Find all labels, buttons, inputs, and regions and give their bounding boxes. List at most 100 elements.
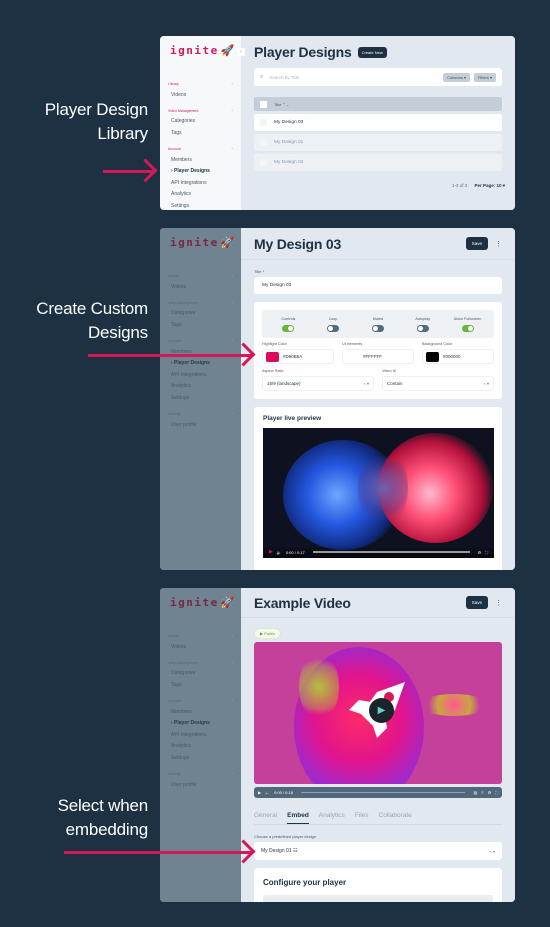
sidebar-group-library[interactable]: Library ⌃ xyxy=(168,632,234,641)
video-player[interactable]: ▶ xyxy=(254,642,502,784)
sidebar-item-analytics[interactable]: Analytics xyxy=(168,189,234,201)
volume-icon[interactable]: 🔈 xyxy=(265,790,270,795)
sidebar-group-video-management[interactable]: Video Management ⌃ xyxy=(168,107,234,116)
sidebar-item-categories[interactable]: Categories xyxy=(168,668,234,680)
aspect-ratio-select[interactable]: 16/9 (landscape) × ▾ xyxy=(262,376,374,391)
sidebar-item-tags[interactable]: Tags xyxy=(168,679,234,691)
sidebar-item-user-profile[interactable]: User profile xyxy=(168,779,234,791)
highlight-color-input[interactable]: #D90B5A xyxy=(262,349,334,364)
logo[interactable]: ignite 🚀 xyxy=(170,44,236,57)
row-title[interactable]: My Design 01 xyxy=(274,140,303,145)
table-row[interactable]: My Design 02 xyxy=(254,154,502,171)
search-input[interactable]: Search by Title xyxy=(269,75,299,80)
sidebar-group-video-management[interactable]: Video Management ⌃ xyxy=(168,299,234,308)
sidebar-item-player-designs[interactable]: › Player Designs xyxy=(168,717,234,729)
table-row[interactable]: My Design 03 xyxy=(254,114,502,131)
background-color-swatch[interactable] xyxy=(426,351,439,362)
toggle-switch[interactable] xyxy=(416,324,429,332)
sidebar-item-api-integrations[interactable]: API Integrations xyxy=(168,729,234,741)
fullscreen-icon[interactable]: ⛶ xyxy=(485,550,488,555)
tab-analytics[interactable]: Analytics xyxy=(319,812,345,819)
captions-icon[interactable]: ≡ xyxy=(481,790,483,795)
sidebar-item-members[interactable]: Members xyxy=(168,154,234,166)
logo[interactable]: ignite 🚀 xyxy=(170,596,236,609)
video-preview[interactable]: ▶ 🔈 0:00 / 0:17 ⚙ ⛶ xyxy=(263,428,494,558)
sidebar-item-player-designs[interactable]: › Player Designs xyxy=(168,357,234,369)
save-button[interactable]: Save xyxy=(465,596,488,609)
progress-bar[interactable] xyxy=(312,551,470,553)
settings-gear-icon[interactable]: ⚙ xyxy=(488,790,492,795)
toggle-muted[interactable]: Muted xyxy=(358,317,398,332)
sidebar-item-videos[interactable]: Videos xyxy=(168,89,234,101)
sidebar-group-settings[interactable]: Settings ⌃ xyxy=(168,770,234,779)
table-row[interactable]: My Design 01 xyxy=(254,134,502,151)
title-input[interactable]: My Design 03 xyxy=(254,277,502,294)
sidebar-item-api-integrations[interactable]: API Integrations xyxy=(168,177,234,189)
tab-embed[interactable]: Embed xyxy=(287,812,309,824)
column-title-header[interactable]: Title ⌃⌄ xyxy=(274,102,289,107)
background-color-input[interactable]: #000000 xyxy=(422,349,494,364)
play-icon[interactable]: ▶ xyxy=(269,549,273,555)
ui-elements-color-swatch[interactable] xyxy=(346,351,359,362)
select-all-checkbox[interactable] xyxy=(260,100,267,108)
sidebar-item-analytics[interactable]: Analytics xyxy=(168,741,234,753)
sidebar-group-video-management[interactable]: Video Management ⌃ xyxy=(168,659,234,668)
sidebar-item-videos[interactable]: Videos xyxy=(168,281,234,293)
sidebar-group-library[interactable]: Library ⌃ xyxy=(168,80,234,89)
search-bar[interactable]: ⌕ Search by Title Columns ▾ Filters ▾ xyxy=(254,68,502,86)
play-icon[interactable]: ▶ xyxy=(258,790,261,795)
sidebar-group-account[interactable]: Account ⌃ xyxy=(168,337,234,346)
logo[interactable]: ignite 🚀 xyxy=(170,236,236,249)
sidebar-item-settings[interactable]: Settings xyxy=(168,392,234,404)
save-button[interactable]: Save xyxy=(465,237,488,250)
toggle-autoplay[interactable]: Autoplay xyxy=(403,317,443,332)
row-checkbox[interactable] xyxy=(260,139,267,146)
row-title[interactable]: My Design 02 xyxy=(274,160,303,165)
create-new-button[interactable]: Create New xyxy=(357,46,387,58)
ui-elements-color-input[interactable]: #FFFFFF xyxy=(342,349,414,364)
sidebar-group-account[interactable]: Account ⌃ xyxy=(168,697,234,706)
sidebar-item-tags[interactable]: Tags xyxy=(168,319,234,331)
fullscreen-icon[interactable]: ⛶ xyxy=(495,790,498,795)
toggle-switch[interactable] xyxy=(371,324,384,332)
row-checkbox[interactable] xyxy=(260,159,267,166)
chapters-icon[interactable]: ▤ xyxy=(473,790,477,795)
settings-gear-icon[interactable]: ⚙ xyxy=(478,550,482,555)
more-options-icon[interactable]: ⋮ xyxy=(495,240,502,248)
sidebar-item-categories[interactable]: Categories xyxy=(168,308,234,320)
filters-button[interactable]: Filters ▾ xyxy=(473,72,496,82)
per-page-select[interactable]: Per Page: 10 ▾ xyxy=(474,183,505,188)
video-fit-select[interactable]: Contain × ▾ xyxy=(382,376,494,391)
toggle-switch[interactable] xyxy=(282,324,295,332)
play-button[interactable]: ▶ xyxy=(369,698,394,723)
toggle-switch[interactable] xyxy=(327,324,340,332)
sidebar-item-videos[interactable]: Videos xyxy=(168,641,234,653)
sidebar-item-player-designs[interactable]: › Player Designs xyxy=(168,165,234,177)
sidebar-item-api-integrations[interactable]: API Integrations xyxy=(168,369,234,381)
toggle-controls[interactable]: Controls xyxy=(268,317,308,332)
tab-collaborate[interactable]: Collaborate xyxy=(379,812,412,819)
sidebar-item-settings[interactable]: Settings xyxy=(168,200,234,210)
sidebar-group-settings[interactable]: Settings ⌃ xyxy=(168,410,234,419)
toggle-allow-fullscreen[interactable]: Allow Fullscreen xyxy=(448,317,488,332)
row-checkbox[interactable] xyxy=(260,119,267,126)
collapse-sidebar-button[interactable]: ‹ xyxy=(237,48,245,56)
volume-icon[interactable]: 🔈 xyxy=(277,550,282,555)
toggle-switch[interactable] xyxy=(461,324,474,332)
tab-files[interactable]: Files xyxy=(355,812,369,819)
sidebar-item-members[interactable]: Members xyxy=(168,706,234,718)
more-options-icon[interactable]: ⋮ xyxy=(495,599,502,607)
sidebar-item-categories[interactable]: Categories xyxy=(168,116,234,128)
columns-button[interactable]: Columns ▾ xyxy=(443,72,470,82)
highlight-color-swatch[interactable] xyxy=(266,351,279,362)
sidebar-group-library[interactable]: Library ⌃ xyxy=(168,272,234,281)
sidebar-item-user-profile[interactable]: User profile xyxy=(168,419,234,431)
sidebar-item-analytics[interactable]: Analytics xyxy=(168,381,234,393)
player-design-select[interactable]: My Design 01 ☷ × ▾ xyxy=(254,842,502,860)
sidebar-item-settings[interactable]: Settings xyxy=(168,752,234,764)
sidebar-group-account[interactable]: Account ⌃ xyxy=(168,145,234,154)
row-title[interactable]: My Design 03 xyxy=(274,120,303,125)
tab-general[interactable]: General xyxy=(254,812,277,819)
sidebar-item-tags[interactable]: Tags xyxy=(168,127,234,139)
progress-bar[interactable] xyxy=(300,791,466,794)
